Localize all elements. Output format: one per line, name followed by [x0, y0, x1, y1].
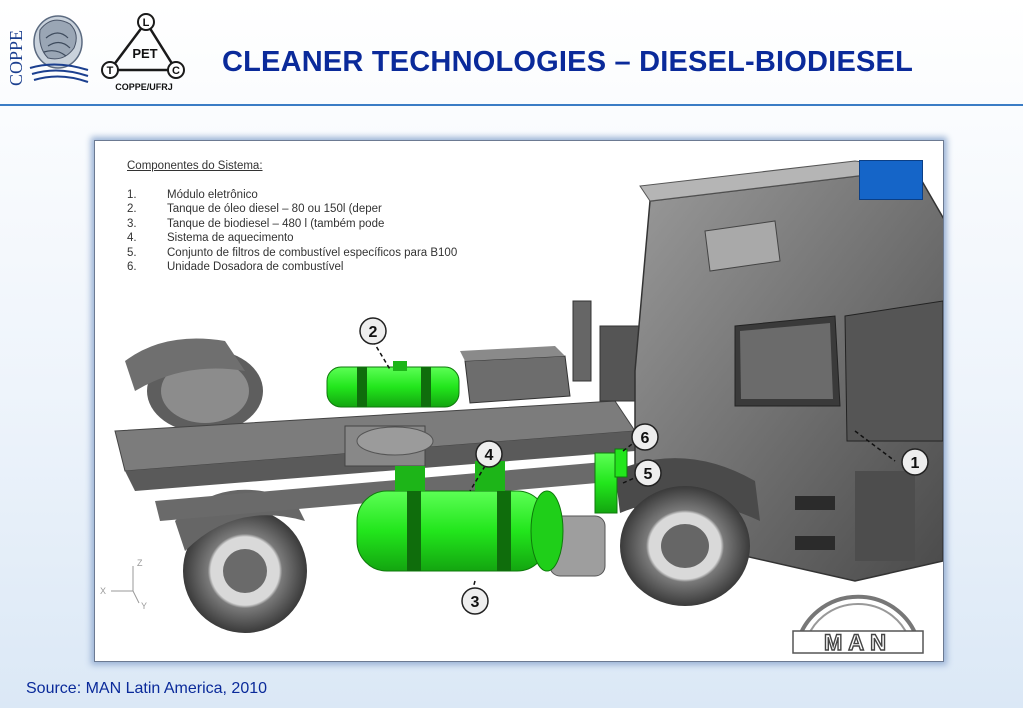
- callout-1-label: 1: [911, 455, 920, 472]
- man-logo-text: MAN: [824, 630, 892, 655]
- item-number: 2.: [127, 203, 137, 215]
- callout-5: 5: [634, 459, 662, 487]
- blue-marker-box: [859, 160, 923, 200]
- components-heading: Componentes do Sistema:: [127, 160, 263, 172]
- callout-6-label: 6: [641, 430, 650, 447]
- item-number: 5.: [127, 246, 137, 259]
- callout-4-label: 4: [485, 447, 494, 464]
- item-number: 1.: [127, 188, 137, 201]
- axis-z-label: Z: [137, 558, 143, 568]
- item-number: 4.: [127, 232, 137, 244]
- callout-5-label: 5: [644, 466, 653, 483]
- item-text: Conjunto de filtros de combustível espec…: [167, 246, 458, 259]
- item-text: Sistema de aquecimento: [167, 232, 294, 244]
- coppe-logo-text: COPPE: [6, 30, 26, 86]
- item-text: Tanque de biodiesel – 480 l (também pode: [167, 217, 385, 230]
- callout-2-label: 2: [369, 324, 378, 341]
- callout-3-label: 3: [471, 594, 480, 611]
- item-text: Módulo eletrônico: [167, 188, 258, 201]
- callout-1: 1: [901, 448, 929, 476]
- item-text: Tanque de óleo diesel – 80 ou 150l (depe…: [167, 203, 382, 215]
- callout-4: 4: [475, 440, 503, 468]
- list-item: 4. Sistema de aquecimento: [127, 231, 457, 246]
- callout-2: 2: [359, 317, 387, 345]
- axis-y-label: Y: [141, 601, 147, 611]
- diesel-tank: [326, 361, 460, 408]
- callout-6: 6: [631, 423, 659, 451]
- axis-triad: Z X Y: [100, 558, 147, 611]
- pet-logo: L T C PET COPPE/UFRJ: [101, 13, 185, 92]
- callout-3: 3: [461, 587, 489, 615]
- pet-logo-c: C: [172, 65, 180, 77]
- pet-logo-t: T: [107, 65, 114, 77]
- header: COPPE L T C PET COPPE/UFRJ CLEANER TECHN…: [0, 0, 1023, 108]
- components-list: Componentes do Sistema: 1. Módulo eletrôn…: [127, 159, 457, 275]
- item-number: 3.: [127, 217, 137, 230]
- list-item: 1. Módulo eletrônico: [127, 188, 457, 203]
- diagram-frame: 1 2 3 4 5 6 Z X Y MAN Componentes do Sis…: [94, 140, 944, 662]
- pet-logo-l: L: [143, 17, 150, 29]
- pet-logo-text: PET: [132, 46, 157, 61]
- item-number: 6.: [127, 261, 137, 273]
- axis-x-label: X: [100, 586, 106, 596]
- list-item: 2. Tanque de óleo diesel – 80 ou 150l (de…: [127, 202, 457, 217]
- list-item: 3. Tanque de biodiesel – 480 l (também po…: [127, 217, 457, 232]
- coppe-logo: COPPE: [6, 15, 89, 86]
- item-text: Unidade Dosadora de combustível: [167, 261, 344, 273]
- pet-logo-caption: COPPE/UFRJ: [115, 82, 173, 92]
- man-logo: MAN: [792, 594, 924, 656]
- list-item: 5. Conjunto de filtros de combustível esp…: [127, 246, 457, 261]
- source-caption: Source: MAN Latin America, 2010: [26, 680, 268, 697]
- list-item: 6. Unidade Dosadora de combustível: [127, 260, 457, 275]
- header-divider: [0, 104, 1023, 106]
- page-title: CLEANER TECHNOLOGIES – DIESEL-BIODIESEL: [222, 46, 913, 78]
